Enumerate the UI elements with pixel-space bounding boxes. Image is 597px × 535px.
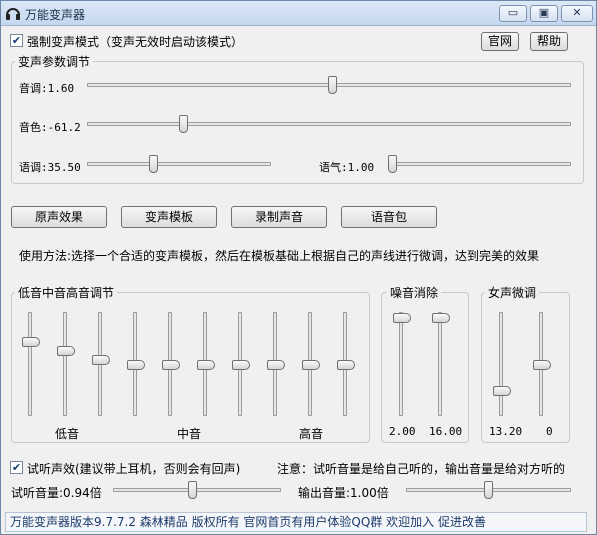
monitor-volume-track[interactable]	[113, 488, 281, 492]
eq-band-4-thumb[interactable]	[127, 360, 145, 370]
eq-group-title: 低音中音高音调节	[15, 284, 118, 301]
params-group-title: 变声参数调节	[15, 53, 94, 70]
eq-band-9-thumb[interactable]	[302, 360, 320, 370]
monitor-note: 注意：试听音量是给自己听的，输出音量是给对方听的	[277, 462, 566, 476]
noise-slider-1-track[interactable]	[399, 312, 403, 416]
timbre-slider-thumb[interactable]	[179, 115, 188, 133]
mood-slider-track[interactable]	[389, 162, 571, 166]
voice-templates-button[interactable]: 变声模板	[121, 206, 217, 228]
noise-slider-1-thumb[interactable]	[393, 313, 411, 323]
eq-band-8-thumb[interactable]	[267, 360, 285, 370]
title-bar[interactable]: 万能变声器 ▭ ▣ ✕	[1, 1, 596, 26]
female-slider-2-thumb[interactable]	[533, 360, 551, 370]
noise-value-1: 2.00	[389, 425, 416, 438]
mood-slider-thumb[interactable]	[388, 155, 397, 173]
female-value-1: 13.20	[489, 425, 523, 438]
eq-band-5-thumb[interactable]	[162, 360, 180, 370]
eq-band-6-thumb[interactable]	[197, 360, 215, 370]
eq-band-1-track[interactable]	[28, 312, 32, 416]
tone-label: 语调:35.50	[19, 161, 81, 174]
female-slider-1-thumb[interactable]	[493, 386, 511, 396]
tone-slider-track[interactable]	[87, 162, 271, 166]
window-title: 万能变声器	[25, 8, 86, 22]
eq-band-2-thumb[interactable]	[57, 346, 75, 356]
original-voice-button[interactable]: 原声效果	[11, 206, 107, 228]
eq-band-10-thumb[interactable]	[337, 360, 355, 370]
monitor-volume-thumb[interactable]	[188, 481, 197, 499]
female-slider-1-track[interactable]	[499, 312, 503, 416]
voice-pack-button[interactable]: 语音包	[341, 206, 437, 228]
pitch-slider-thumb[interactable]	[328, 76, 337, 94]
eq-band-3-thumb[interactable]	[92, 355, 110, 365]
monitor-label: 试听声效(建议带上耳机，否则会有回声)	[27, 462, 241, 476]
eq-mid-label: 中音	[177, 427, 202, 441]
monitor-checkbox[interactable]: ✔	[10, 461, 23, 474]
eq-band-2-track[interactable]	[63, 312, 67, 416]
official-site-button[interactable]: 官网	[481, 32, 519, 51]
timbre-slider-track[interactable]	[87, 122, 571, 126]
force-mode-label: 强制变声模式（变声无效时启动该模式）	[27, 35, 244, 49]
headphones-icon	[6, 8, 20, 20]
eq-high-label: 高音	[299, 427, 324, 441]
noise-slider-2-thumb[interactable]	[432, 313, 450, 323]
noise-value-2: 16.00	[429, 425, 463, 438]
eq-low-label: 低音	[55, 427, 80, 441]
status-bar: 万能变声器版本9.7.7.2 森林精品 版权所有 官网首页有用户体验QQ群 欢迎…	[5, 512, 587, 532]
force-mode-checkbox[interactable]: ✔	[10, 34, 23, 47]
monitor-volume-label: 试听音量:0.94倍	[11, 486, 102, 500]
close-button[interactable]: ✕	[561, 5, 593, 22]
female-group	[481, 292, 570, 443]
maximize-button[interactable]: ▣	[530, 5, 558, 22]
eq-band-7-thumb[interactable]	[232, 360, 250, 370]
pitch-label: 音调:1.60	[19, 82, 75, 95]
usage-instructions: 使用方法:选择一个合适的变声模板，然后在模板基础上根据自己的声线进行微调，达到完…	[19, 249, 540, 263]
help-button[interactable]: 帮助	[530, 32, 568, 51]
minimize-button[interactable]: ▭	[499, 5, 527, 22]
main-window: 万能变声器 ▭ ▣ ✕ ✔ 强制变声模式（变声无效时启动该模式） 官网 帮助 变…	[0, 0, 597, 535]
noise-slider-2-track[interactable]	[438, 312, 442, 416]
output-volume-label: 输出音量:1.00倍	[298, 486, 389, 500]
mood-label: 语气:1.00	[319, 161, 375, 174]
female-group-title: 女声微调	[485, 284, 540, 301]
tone-slider-thumb[interactable]	[149, 155, 158, 173]
record-voice-button[interactable]: 录制声音	[231, 206, 327, 228]
output-volume-thumb[interactable]	[484, 481, 493, 499]
female-value-2: 0	[546, 425, 553, 438]
noise-group-title: 噪音消除	[387, 284, 442, 301]
timbre-label: 音色:-61.2	[19, 121, 81, 134]
eq-band-1-thumb[interactable]	[22, 337, 40, 347]
